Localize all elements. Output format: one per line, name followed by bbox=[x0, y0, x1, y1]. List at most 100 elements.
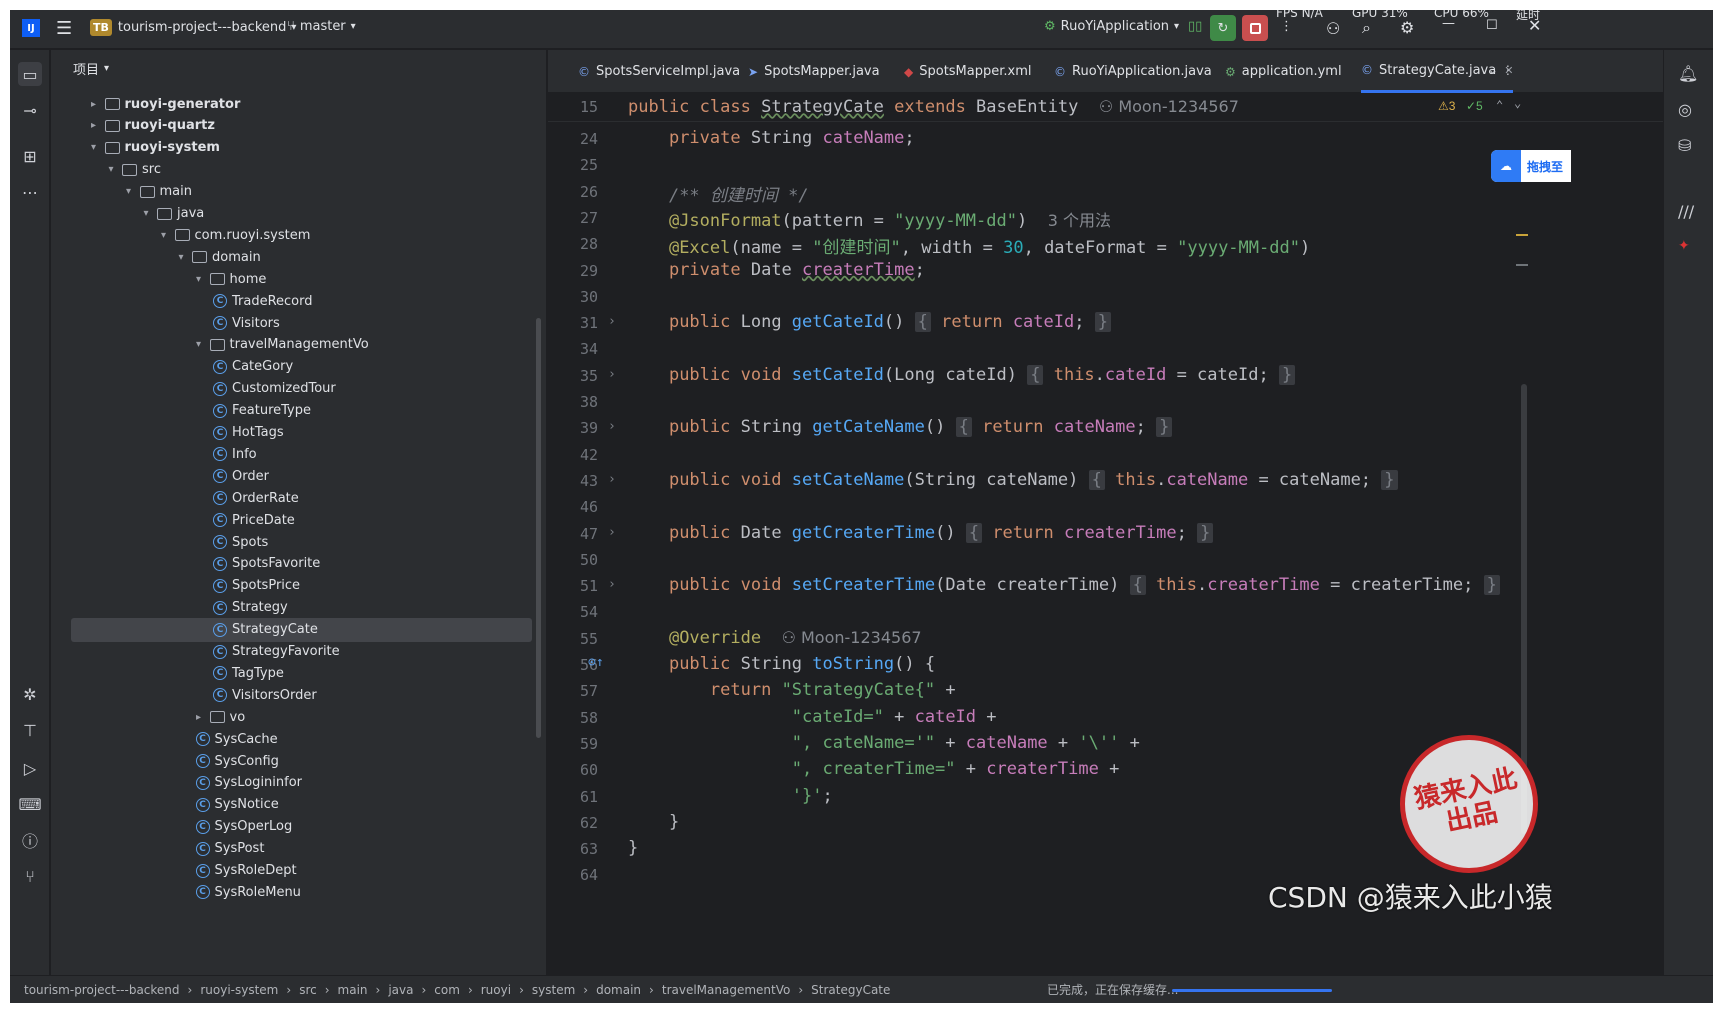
tree-item[interactable]: C SysOperLog bbox=[51, 815, 536, 839]
commit-icon[interactable]: ⊸ bbox=[18, 98, 42, 122]
maximize-icon[interactable]: ☐ bbox=[1486, 18, 1498, 33]
chevron-right-icon[interactable]: ▸ bbox=[87, 120, 101, 131]
terminal-icon[interactable]: ⌨ bbox=[18, 792, 42, 816]
maven-icon[interactable]: ✦ bbox=[1678, 238, 1690, 254]
main-menu-icon[interactable]: ☰ bbox=[56, 18, 72, 39]
breadcrumb-item[interactable]: StrategyCate bbox=[811, 983, 890, 997]
branch-switcher[interactable]: ⑂ master ▾ bbox=[287, 19, 356, 34]
tab-spotsmapper-java[interactable]: ➤ SpotsMapper.java bbox=[748, 50, 880, 93]
chevron-down-icon[interactable]: ▾ bbox=[192, 339, 206, 350]
tree-scrollbar[interactable] bbox=[536, 318, 541, 738]
gradle-icon[interactable]: /// bbox=[1678, 202, 1694, 221]
tabs-overflow-icon[interactable]: ⌄ ⋮ bbox=[1488, 63, 1514, 77]
tree-item[interactable]: C SysPost bbox=[51, 837, 536, 861]
breadcrumb-item[interactable]: system bbox=[532, 983, 575, 997]
run-config-selector[interactable]: ⚙ RuoYiApplication ▾ bbox=[1044, 19, 1179, 34]
tree-item[interactable]: C CateGory bbox=[51, 355, 536, 379]
breadcrumb-item[interactable]: travelManagementVo bbox=[662, 983, 790, 997]
add-user-icon[interactable]: ⚇ bbox=[1326, 19, 1340, 38]
structure-icon[interactable]: ⊞ bbox=[18, 144, 42, 168]
tree-item[interactable]: ▾ main bbox=[51, 180, 536, 204]
folder-icon[interactable]: ▭ bbox=[18, 62, 42, 86]
tab-ruoyiapplication-java[interactable]: © RuoYiApplication.java bbox=[1054, 50, 1212, 93]
fold-chevron-icon[interactable]: › bbox=[608, 314, 616, 329]
tree-item[interactable]: ▾ com.ruoyi.system bbox=[51, 223, 536, 247]
chevron-right-icon[interactable]: ▸ bbox=[192, 712, 206, 723]
chevron-down-icon[interactable]: ▾ bbox=[122, 186, 136, 197]
minimize-icon[interactable]: — bbox=[1442, 16, 1455, 31]
debug-icon[interactable]: ▯▯ bbox=[1188, 19, 1202, 34]
tree-item[interactable]: C Strategy bbox=[51, 596, 536, 620]
chevron-down-icon[interactable]: ▾ bbox=[139, 208, 153, 219]
chevron-down-icon[interactable]: ▾ bbox=[174, 252, 188, 263]
notifications-icon[interactable]: 🔔︎ bbox=[1678, 64, 1698, 83]
tree-item[interactable]: ▸ ruoyi-quartz bbox=[51, 114, 536, 138]
tab-application-yml[interactable]: ⚙ application.yml bbox=[1225, 50, 1342, 93]
breadcrumb-item[interactable]: ruoyi-system bbox=[200, 983, 278, 997]
tree-item[interactable]: C Info bbox=[51, 442, 536, 466]
fold-chevron-icon[interactable]: › bbox=[608, 525, 616, 540]
git-icon[interactable]: ⑂ bbox=[18, 864, 42, 888]
more-icon[interactable]: ⋮ bbox=[1280, 19, 1293, 34]
tab-spotsmapper-xml[interactable]: ◆ SpotsMapper.xml bbox=[904, 50, 1032, 93]
tree-item[interactable]: C SysRoleDept bbox=[51, 859, 536, 883]
inspection-ok[interactable]: ✓5 bbox=[1466, 99, 1483, 113]
tree-item[interactable]: C OrderRate bbox=[51, 486, 536, 510]
tree-item[interactable]: C CustomizedTour bbox=[51, 377, 536, 401]
breadcrumb-item[interactable]: com bbox=[434, 983, 460, 997]
rerun-icon[interactable]: ↻ bbox=[1210, 15, 1236, 41]
app-logo-icon[interactable]: IJ bbox=[22, 19, 40, 37]
tree-item[interactable]: ▾ travelManagementVo bbox=[51, 333, 536, 357]
project-switcher[interactable]: TB tourism-project---backend ▾ bbox=[90, 19, 296, 36]
tree-item[interactable]: ▾ domain bbox=[51, 245, 536, 269]
fold-chevron-icon[interactable]: › bbox=[608, 367, 616, 382]
breadcrumb-item[interactable]: src bbox=[299, 983, 317, 997]
debug-tool-icon[interactable]: ✲ bbox=[18, 682, 42, 706]
chevron-right-icon[interactable]: ▸ bbox=[87, 99, 101, 110]
breadcrumb-item[interactable]: java bbox=[388, 983, 413, 997]
breadcrumb-item[interactable]: tourism-project---backend bbox=[24, 983, 180, 997]
search-icon[interactable]: ⌕ bbox=[1362, 18, 1371, 38]
tab-spotsserviceimpl-java[interactable]: © SpotsServiceImpl.java bbox=[578, 50, 740, 93]
tree-item[interactable]: C Visitors bbox=[51, 311, 536, 335]
override-icon[interactable]: ⊙↑ bbox=[588, 655, 604, 670]
stop-button[interactable] bbox=[1242, 15, 1268, 41]
tree-item[interactable]: ▸ vo bbox=[51, 705, 536, 729]
tree-item[interactable]: C SysLogininfor bbox=[51, 771, 536, 795]
tree-item[interactable]: ▾ src bbox=[51, 158, 536, 182]
tree-item[interactable]: C FeatureType bbox=[51, 399, 536, 423]
breadcrumb-item[interactable]: main bbox=[338, 983, 368, 997]
tree-item[interactable]: C Spots bbox=[51, 530, 536, 554]
breadcrumb-item[interactable]: domain bbox=[596, 983, 641, 997]
chevron-down-icon[interactable]: ⌄ bbox=[1514, 96, 1521, 110]
settings-icon[interactable]: ⚙ bbox=[1400, 18, 1414, 37]
tree-item[interactable]: C SysNotice bbox=[51, 793, 536, 817]
tree-item[interactable]: ▾ home bbox=[51, 267, 536, 291]
tree-item[interactable]: C PriceDate bbox=[51, 508, 536, 532]
baidu-netdisk-widget[interactable]: ☁ 拖拽至 bbox=[1491, 150, 1571, 182]
tree-item[interactable]: ▾ java bbox=[51, 202, 536, 226]
database-icon[interactable]: ⛁ bbox=[1678, 136, 1691, 155]
more-tools-icon[interactable]: ⋯ bbox=[18, 180, 42, 204]
tree-item[interactable]: C Order bbox=[51, 464, 536, 488]
tree-item[interactable]: C TradeRecord bbox=[51, 289, 536, 313]
build-icon[interactable]: ⊤ bbox=[18, 718, 42, 742]
tree-item[interactable]: C SpotsPrice bbox=[51, 574, 536, 598]
tree-item[interactable]: ▸ ruoyi-generator bbox=[51, 92, 536, 116]
tree-item[interactable]: C SysCache bbox=[51, 727, 536, 751]
chevron-up-icon[interactable]: ⌃ bbox=[1496, 98, 1503, 112]
tree-item[interactable]: C HotTags bbox=[51, 421, 536, 445]
problems-icon[interactable]: ⓘ bbox=[18, 828, 42, 852]
fold-chevron-icon[interactable]: › bbox=[608, 472, 616, 487]
tree-item[interactable]: C SysRoleMenu bbox=[51, 880, 536, 904]
chevron-down-icon[interactable]: ▾ bbox=[192, 274, 206, 285]
tree-item[interactable]: ▾ ruoyi-system bbox=[51, 136, 536, 160]
tree-item[interactable]: C StrategyCate bbox=[71, 617, 532, 642]
fold-chevron-icon[interactable]: › bbox=[608, 419, 616, 434]
tree-item[interactable]: C StrategyFavorite bbox=[51, 640, 536, 664]
chevron-down-icon[interactable]: ▾ bbox=[104, 164, 118, 175]
tree-item[interactable]: C SpotsFavorite bbox=[51, 552, 536, 576]
tree-item[interactable]: C VisitorsOrder bbox=[51, 683, 536, 707]
project-panel-header[interactable]: 项目 ▾ bbox=[51, 50, 546, 86]
chevron-down-icon[interactable]: ▾ bbox=[157, 230, 171, 241]
